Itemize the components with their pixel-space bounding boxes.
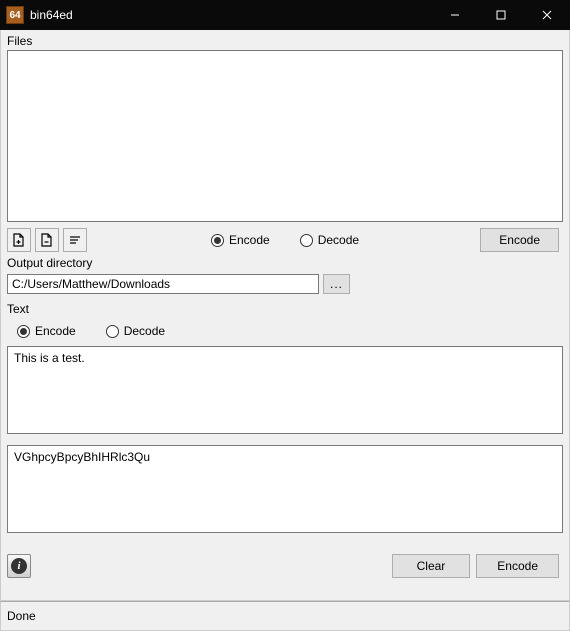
- text-label: Text: [7, 302, 563, 316]
- info-icon: i: [11, 558, 27, 574]
- files-encode-button[interactable]: Encode: [480, 228, 559, 252]
- text-output-area[interactable]: [7, 445, 563, 533]
- titlebar: 64 bin64ed: [0, 0, 570, 30]
- app-icon: 64: [6, 6, 24, 24]
- status-bar: Done: [0, 601, 570, 631]
- window-title: bin64ed: [30, 8, 432, 22]
- text-mode-group: Encode Decode: [17, 324, 563, 338]
- browse-button[interactable]: ...: [323, 274, 350, 294]
- radio-icon: [211, 234, 224, 247]
- files-label: Files: [7, 34, 563, 48]
- output-dir-input[interactable]: [7, 274, 319, 294]
- text-input-area[interactable]: [7, 346, 563, 434]
- radio-label: Encode: [229, 233, 270, 247]
- minimize-button[interactable]: [432, 0, 478, 30]
- remove-file-button[interactable]: [35, 228, 59, 252]
- files-mode-group: Encode Decode: [211, 233, 359, 247]
- clear-files-button[interactable]: [63, 228, 87, 252]
- clear-button[interactable]: Clear: [392, 554, 471, 578]
- text-section: Text Encode Decode i Clear Encode: [7, 302, 563, 578]
- info-button[interactable]: i: [7, 554, 31, 578]
- radio-label: Decode: [124, 324, 165, 338]
- status-text: Done: [7, 609, 36, 623]
- text-encode-radio[interactable]: Encode: [17, 324, 76, 338]
- radio-icon: [300, 234, 313, 247]
- files-listbox[interactable]: [7, 50, 563, 222]
- output-dir-row: ...: [7, 274, 563, 294]
- text-buttons-row: i Clear Encode: [7, 554, 563, 578]
- text-decode-radio[interactable]: Decode: [106, 324, 165, 338]
- maximize-button[interactable]: [478, 0, 524, 30]
- text-encode-button[interactable]: Encode: [476, 554, 559, 578]
- radio-label: Decode: [318, 233, 359, 247]
- radio-label: Encode: [35, 324, 76, 338]
- radio-icon: [17, 325, 30, 338]
- files-encode-radio[interactable]: Encode: [211, 233, 270, 247]
- files-toolbar: Encode Decode Encode: [7, 226, 563, 254]
- add-file-button[interactable]: [7, 228, 31, 252]
- files-decode-radio[interactable]: Decode: [300, 233, 359, 247]
- close-button[interactable]: [524, 0, 570, 30]
- output-dir-label: Output directory: [7, 256, 563, 270]
- main-content: Files Encode Decode Encode Output direct…: [0, 30, 570, 601]
- radio-icon: [106, 325, 119, 338]
